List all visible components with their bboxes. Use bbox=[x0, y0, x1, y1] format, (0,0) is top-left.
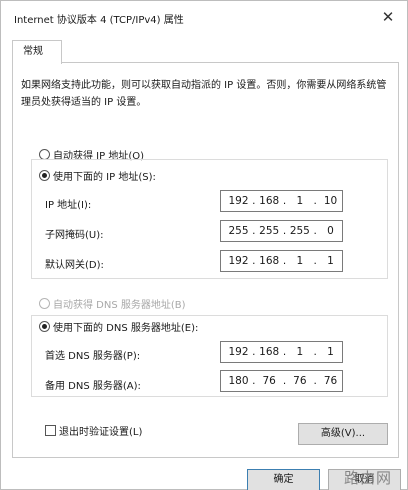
radio-auto-dns[interactable]: 自动获得 DNS 服务器地址(B) bbox=[39, 296, 190, 311]
tab-general[interactable]: 常规 bbox=[12, 40, 62, 64]
ip-octet: 76 bbox=[323, 375, 338, 387]
ip-octet: 168 bbox=[259, 195, 280, 207]
close-icon[interactable]: ✕ bbox=[377, 6, 399, 28]
radio-manual-dns-indicator[interactable] bbox=[39, 321, 50, 332]
ip-octet: 1 bbox=[296, 346, 304, 358]
ip-octet: 10 bbox=[323, 195, 338, 207]
window-title: Internet 协议版本 4 (TCP/IPv4) 属性 bbox=[14, 15, 184, 26]
radio-manual-ip-label: 使用下面的 IP 地址(S): bbox=[53, 172, 156, 183]
preferred-dns-input[interactable]: 192. 168. 1. 1 bbox=[220, 341, 343, 363]
ip-octet: 0 bbox=[327, 225, 334, 237]
ip-octet: 192 bbox=[228, 195, 249, 207]
ip-octet: 255 bbox=[228, 225, 249, 237]
radio-manual-ip[interactable]: 使用下面的 IP 地址(S): bbox=[39, 168, 160, 183]
ip-octet: 168 bbox=[259, 346, 280, 358]
ip-octet: 1 bbox=[296, 255, 304, 267]
radio-auto-dns-indicator[interactable] bbox=[39, 298, 50, 309]
preferred-dns-label: 首选 DNS 服务器(P): bbox=[45, 351, 141, 362]
watermark-logo: 路由网 bbox=[344, 469, 393, 487]
ip-octet: 192 bbox=[228, 346, 249, 358]
validate-on-exit-label: 退出时验证设置(L) bbox=[59, 427, 143, 438]
ip-octet: 76 bbox=[293, 375, 307, 387]
ip-address-input[interactable]: 192. 168. 1. 10 bbox=[220, 190, 343, 212]
default-gateway-label: 默认网关(D): bbox=[45, 260, 104, 271]
ip-address-label: IP 地址(I): bbox=[45, 200, 92, 211]
ip-octet: 1 bbox=[327, 255, 334, 267]
ip-octet: 192 bbox=[228, 255, 249, 267]
subnet-mask-label: 子网掩码(U): bbox=[45, 230, 104, 241]
ip-octet: 255 bbox=[289, 225, 310, 237]
title-bar: Internet 协议版本 4 (TCP/IPv4) 属性 ✕ bbox=[1, 1, 407, 33]
radio-manual-ip-indicator[interactable] bbox=[39, 170, 50, 181]
ip-octet: 1 bbox=[296, 195, 304, 207]
radio-auto-dns-label: 自动获得 DNS 服务器地址(B) bbox=[53, 300, 186, 311]
subnet-mask-input[interactable]: 255. 255. 255. 0 bbox=[220, 220, 343, 242]
ip-octet: 1 bbox=[327, 346, 334, 358]
tab-strip: 常规 bbox=[1, 33, 407, 64]
advanced-button[interactable]: 高级(V)... bbox=[298, 423, 388, 445]
ip-octet: 180 bbox=[228, 375, 249, 387]
ip-octet: 168 bbox=[259, 255, 280, 267]
radio-manual-dns[interactable]: 使用下面的 DNS 服务器地址(E): bbox=[39, 319, 203, 334]
default-gateway-input[interactable]: 192. 168. 1. 1 bbox=[220, 250, 343, 272]
validate-on-exit-box[interactable] bbox=[45, 425, 56, 436]
ok-button[interactable]: 确定 bbox=[247, 469, 320, 490]
description-text: 如果网络支持此功能，则可以获取自动指派的 IP 设置。否则，你需要从网络系统管理… bbox=[21, 80, 387, 108]
alternate-dns-label: 备用 DNS 服务器(A): bbox=[45, 381, 141, 392]
ip-octet: 255 bbox=[259, 225, 280, 237]
radio-manual-dns-label: 使用下面的 DNS 服务器地址(E): bbox=[53, 323, 199, 334]
validate-on-exit-checkbox[interactable]: 退出时验证设置(L) bbox=[45, 423, 142, 438]
ip-octet: 76 bbox=[262, 375, 276, 387]
tcpipv4-properties-dialog: Internet 协议版本 4 (TCP/IPv4) 属性 ✕ 常规 如果网络支… bbox=[0, 0, 408, 490]
alternate-dns-input[interactable]: 180. 76. 76. 76 bbox=[220, 370, 343, 392]
